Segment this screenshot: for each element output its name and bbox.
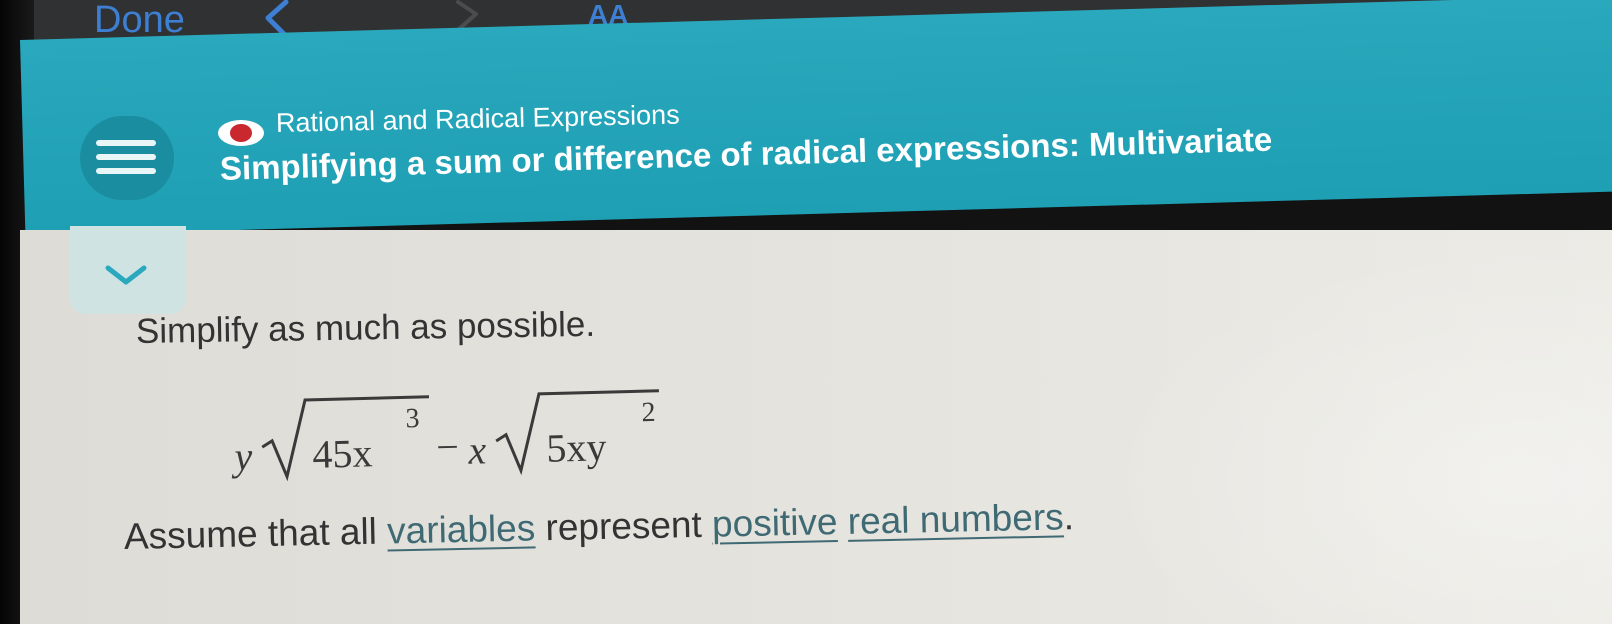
assumption-prefix: Assume that all	[123, 510, 378, 557]
term2-exponent: 2	[641, 397, 656, 428]
term1-coefficient: y	[230, 433, 253, 479]
menu-icon-bar	[96, 154, 156, 160]
collapse-toggle[interactable]	[70, 226, 186, 314]
term2-radicand: 5xy	[546, 424, 607, 471]
variables-link[interactable]: variables	[387, 507, 536, 551]
chevron-down-icon	[105, 265, 147, 285]
assumption-suffix: .	[1063, 496, 1075, 538]
problem-instruction: Simplify as much as possible.	[135, 304, 596, 351]
screen: Done AA Rational and Radical Expressions…	[0, 0, 1612, 624]
assumption-middle: represent	[545, 503, 703, 549]
menu-icon-bar	[96, 140, 156, 146]
term1-exponent: 3	[405, 403, 420, 434]
done-button[interactable]: Done	[94, 0, 185, 40]
menu-icon-bar	[96, 168, 156, 174]
menu-button[interactable]	[80, 116, 174, 200]
operator: −	[436, 424, 460, 470]
real-numbers-link[interactable]: real numbers	[847, 496, 1064, 542]
positive-link[interactable]: positive	[712, 501, 838, 545]
radical-expression: y 45x 3 − x 5xy 2	[230, 389, 659, 482]
term2-coefficient: x	[467, 427, 487, 472]
lesson-header	[20, 0, 1612, 236]
progress-status-icon	[218, 120, 264, 146]
term1-radicand: 45x	[312, 430, 373, 477]
